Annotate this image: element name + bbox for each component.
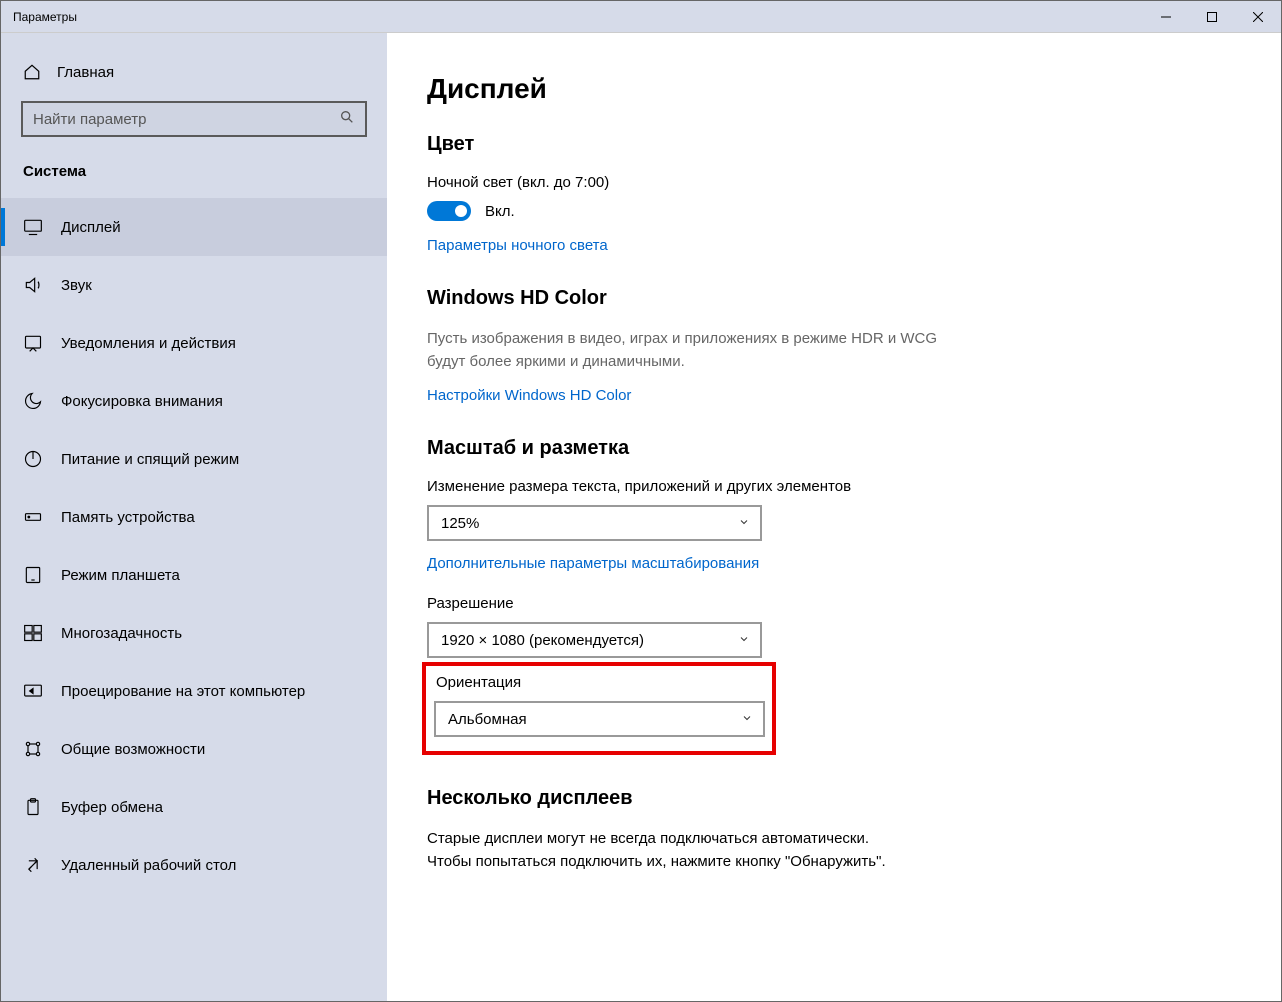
orientation-value: Альбомная bbox=[448, 711, 527, 728]
resolution-label: Разрешение bbox=[427, 595, 1241, 612]
advanced-scaling-link[interactable]: Дополнительные параметры масштабирования bbox=[427, 555, 759, 572]
notifications-icon bbox=[23, 333, 43, 353]
multi-display-desc2: Чтобы попытаться подключить их, нажмите … bbox=[427, 851, 1241, 874]
sidebar-item-label: Память устройства bbox=[61, 509, 195, 526]
projecting-icon bbox=[23, 681, 43, 701]
sidebar-item-label: Уведомления и действия bbox=[61, 335, 236, 352]
chevron-down-icon bbox=[741, 712, 753, 727]
maximize-button[interactable] bbox=[1189, 1, 1235, 33]
resolution-value: 1920 × 1080 (рекомендуется) bbox=[441, 632, 644, 649]
sidebar-item-projecting[interactable]: Проецирование на этот компьютер bbox=[1, 662, 387, 720]
hdr-settings-link[interactable]: Настройки Windows HD Color bbox=[427, 387, 631, 404]
storage-icon bbox=[23, 507, 43, 527]
color-heading: Цвет bbox=[427, 133, 1241, 156]
home-nav[interactable]: Главная bbox=[1, 51, 387, 93]
sidebar-item-focus[interactable]: Фокусировка внимания bbox=[1, 372, 387, 430]
sidebar-item-label: Удаленный рабочий стол bbox=[61, 857, 236, 874]
tablet-icon bbox=[23, 565, 43, 585]
hdr-description: Пусть изображения в видео, играх и прило… bbox=[427, 328, 967, 373]
focus-icon bbox=[23, 391, 43, 411]
orientation-label: Ориентация bbox=[436, 674, 762, 691]
titlebar: Параметры bbox=[1, 1, 1281, 33]
chevron-down-icon bbox=[738, 516, 750, 531]
sidebar-item-label: Дисплей bbox=[61, 219, 121, 236]
night-light-label: Ночной свет (вкл. до 7:00) bbox=[427, 174, 1241, 191]
text-size-label: Изменение размера текста, приложений и д… bbox=[427, 478, 1241, 495]
night-light-settings-link[interactable]: Параметры ночного света bbox=[427, 237, 608, 254]
home-icon bbox=[23, 63, 41, 81]
search-input[interactable] bbox=[33, 111, 339, 128]
page-title: Дисплей bbox=[427, 73, 1241, 105]
sidebar-item-display[interactable]: Дисплей bbox=[1, 198, 387, 256]
sidebar-item-tablet[interactable]: Режим планшета bbox=[1, 546, 387, 604]
sidebar-item-label: Звук bbox=[61, 277, 92, 294]
sidebar-item-sound[interactable]: Звук bbox=[1, 256, 387, 314]
resolution-select[interactable]: 1920 × 1080 (рекомендуется) bbox=[427, 622, 762, 658]
clipboard-icon bbox=[23, 797, 43, 817]
text-size-select[interactable]: 125% bbox=[427, 505, 762, 541]
power-icon bbox=[23, 449, 43, 469]
sidebar-item-label: Фокусировка внимания bbox=[61, 393, 223, 410]
sidebar-item-storage[interactable]: Память устройства bbox=[1, 488, 387, 546]
orientation-highlight: Ориентация Альбомная bbox=[422, 662, 776, 755]
section-heading: Система bbox=[1, 151, 387, 198]
home-label: Главная bbox=[57, 64, 114, 81]
hdr-heading: Windows HD Color bbox=[427, 287, 1241, 310]
search-icon bbox=[339, 109, 355, 130]
shared-icon bbox=[23, 739, 43, 759]
multitask-icon bbox=[23, 623, 43, 643]
night-light-toggle[interactable] bbox=[427, 201, 471, 221]
display-icon bbox=[23, 217, 43, 237]
sidebar-item-label: Питание и спящий режим bbox=[61, 451, 239, 468]
window-title: Параметры bbox=[1, 10, 1143, 24]
sidebar-item-notifications[interactable]: Уведомления и действия bbox=[1, 314, 387, 372]
sidebar-item-power[interactable]: Питание и спящий режим bbox=[1, 430, 387, 488]
remote-icon bbox=[23, 855, 43, 875]
sidebar-item-label: Режим планшета bbox=[61, 567, 180, 584]
multi-display-desc1: Старые дисплеи могут не всегда подключат… bbox=[427, 828, 1241, 851]
sidebar: Главная Система Дисплей bbox=[1, 33, 387, 1001]
minimize-button[interactable] bbox=[1143, 1, 1189, 33]
text-size-value: 125% bbox=[441, 515, 479, 532]
sidebar-item-multitask[interactable]: Многозадачность bbox=[1, 604, 387, 662]
sidebar-item-label: Общие возможности bbox=[61, 741, 205, 758]
toggle-state-label: Вкл. bbox=[485, 203, 515, 220]
main-content: Дисплей Цвет Ночной свет (вкл. до 7:00) … bbox=[387, 33, 1281, 1001]
sidebar-item-label: Многозадачность bbox=[61, 625, 182, 642]
close-button[interactable] bbox=[1235, 1, 1281, 33]
sidebar-item-shared[interactable]: Общие возможности bbox=[1, 720, 387, 778]
sound-icon bbox=[23, 275, 43, 295]
multi-display-heading: Несколько дисплеев bbox=[427, 787, 1241, 810]
chevron-down-icon bbox=[738, 633, 750, 648]
sidebar-item-clipboard[interactable]: Буфер обмена bbox=[1, 778, 387, 836]
search-input-container[interactable] bbox=[21, 101, 367, 137]
scale-heading: Масштаб и разметка bbox=[427, 437, 1241, 460]
sidebar-item-label: Буфер обмена bbox=[61, 799, 163, 816]
sidebar-item-label: Проецирование на этот компьютер bbox=[61, 683, 305, 700]
sidebar-item-remote[interactable]: Удаленный рабочий стол bbox=[1, 836, 387, 894]
orientation-select[interactable]: Альбомная bbox=[434, 701, 765, 737]
